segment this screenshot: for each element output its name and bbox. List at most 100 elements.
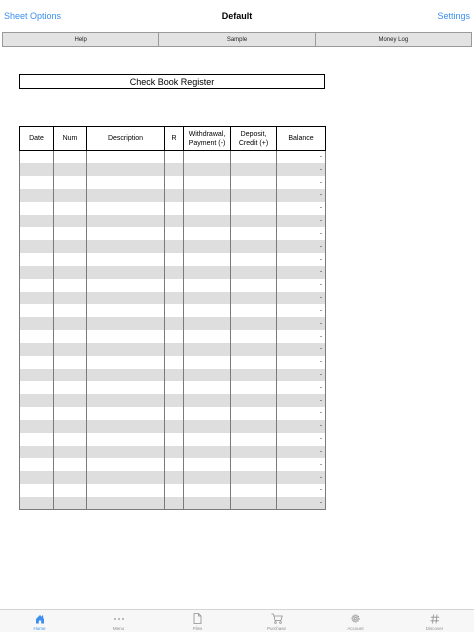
cell-description[interactable]: [86, 163, 165, 177]
cell-balance[interactable]: -: [276, 227, 326, 241]
cell-description[interactable]: [86, 176, 165, 189]
cell-withdrawal[interactable]: [183, 317, 231, 331]
cell-r[interactable]: [164, 445, 184, 459]
column-header-description[interactable]: Description: [86, 126, 165, 151]
cell-balance[interactable]: -: [276, 163, 326, 177]
cell-r[interactable]: [164, 214, 184, 228]
cell-description[interactable]: [86, 445, 165, 459]
cell-num[interactable]: [53, 432, 87, 446]
cell-deposit[interactable]: [230, 419, 277, 433]
cell-deposit[interactable]: [230, 240, 277, 254]
cell-num[interactable]: [53, 163, 87, 177]
cell-date[interactable]: [19, 458, 54, 472]
cell-num[interactable]: [53, 201, 87, 215]
cell-num[interactable]: [53, 227, 87, 241]
cell-description[interactable]: [86, 484, 165, 497]
cell-deposit[interactable]: [230, 394, 277, 408]
cell-r[interactable]: [164, 240, 184, 254]
cell-description[interactable]: [86, 291, 165, 305]
cell-date[interactable]: [19, 432, 54, 446]
cell-description[interactable]: [86, 496, 165, 511]
cell-description[interactable]: [86, 201, 165, 215]
cell-num[interactable]: [53, 368, 87, 382]
cell-date[interactable]: [19, 291, 54, 305]
cell-deposit[interactable]: [230, 304, 277, 318]
cell-date[interactable]: [19, 176, 54, 189]
cell-withdrawal[interactable]: [183, 304, 231, 318]
cell-num[interactable]: [53, 445, 87, 459]
cell-date[interactable]: [19, 355, 54, 369]
cell-balance[interactable]: -: [276, 355, 326, 369]
cell-num[interactable]: [53, 355, 87, 369]
cell-balance[interactable]: -: [276, 291, 326, 305]
cell-num[interactable]: [53, 496, 87, 511]
cell-withdrawal[interactable]: [183, 419, 231, 433]
cell-deposit[interactable]: [230, 265, 277, 279]
cell-description[interactable]: [86, 227, 165, 241]
cell-description[interactable]: [86, 304, 165, 318]
cell-num[interactable]: [53, 342, 87, 356]
cell-withdrawal[interactable]: [183, 381, 231, 395]
cell-r[interactable]: [164, 163, 184, 177]
cell-withdrawal[interactable]: [183, 342, 231, 356]
cell-r[interactable]: [164, 484, 184, 497]
cell-date[interactable]: [19, 368, 54, 382]
cell-r[interactable]: [164, 265, 184, 279]
cell-date[interactable]: [19, 214, 54, 228]
cell-date[interactable]: [19, 227, 54, 241]
cell-date[interactable]: [19, 381, 54, 395]
cell-description[interactable]: [86, 381, 165, 395]
cell-deposit[interactable]: [230, 163, 277, 177]
cell-balance[interactable]: -: [276, 432, 326, 446]
cell-withdrawal[interactable]: [183, 214, 231, 228]
cell-balance[interactable]: -: [276, 496, 326, 511]
cell-description[interactable]: [86, 150, 165, 164]
cell-r[interactable]: [164, 201, 184, 215]
cell-deposit[interactable]: [230, 317, 277, 331]
cell-date[interactable]: [19, 394, 54, 408]
cell-num[interactable]: [53, 176, 87, 189]
cell-date[interactable]: [19, 445, 54, 459]
cell-deposit[interactable]: [230, 458, 277, 472]
cell-r[interactable]: [164, 355, 184, 369]
cell-num[interactable]: [53, 381, 87, 395]
cell-withdrawal[interactable]: [183, 163, 231, 177]
cell-r[interactable]: [164, 253, 184, 266]
cell-deposit[interactable]: [230, 188, 277, 202]
cell-balance[interactable]: -: [276, 304, 326, 318]
column-header-num[interactable]: Num: [53, 126, 87, 151]
cell-num[interactable]: [53, 214, 87, 228]
cell-withdrawal[interactable]: [183, 227, 231, 241]
cell-num[interactable]: [53, 407, 87, 420]
cell-r[interactable]: [164, 368, 184, 382]
cell-date[interactable]: [19, 330, 54, 343]
cell-withdrawal[interactable]: [183, 176, 231, 189]
cell-r[interactable]: [164, 150, 184, 164]
cell-num[interactable]: [53, 278, 87, 292]
register-title[interactable]: Check Book Register: [19, 74, 325, 89]
cell-withdrawal[interactable]: [183, 265, 231, 279]
cell-deposit[interactable]: [230, 484, 277, 497]
cell-r[interactable]: [164, 330, 184, 343]
cell-r[interactable]: [164, 176, 184, 189]
cell-num[interactable]: [53, 330, 87, 343]
cell-r[interactable]: [164, 278, 184, 292]
cell-r[interactable]: [164, 188, 184, 202]
bottom-tab-home[interactable]: Home: [0, 610, 79, 632]
cell-deposit[interactable]: [230, 342, 277, 356]
cell-r[interactable]: [164, 342, 184, 356]
cell-deposit[interactable]: [230, 432, 277, 446]
cell-date[interactable]: [19, 150, 54, 164]
cell-r[interactable]: [164, 304, 184, 318]
cell-num[interactable]: [53, 419, 87, 433]
cell-balance[interactable]: -: [276, 214, 326, 228]
cell-num[interactable]: [53, 253, 87, 266]
cell-balance[interactable]: -: [276, 484, 326, 497]
cell-description[interactable]: [86, 471, 165, 485]
cell-num[interactable]: [53, 394, 87, 408]
cell-withdrawal[interactable]: [183, 240, 231, 254]
cell-balance[interactable]: -: [276, 150, 326, 164]
cell-withdrawal[interactable]: [183, 253, 231, 266]
bottom-tab-discover[interactable]: Discover: [395, 610, 474, 632]
cell-deposit[interactable]: [230, 445, 277, 459]
